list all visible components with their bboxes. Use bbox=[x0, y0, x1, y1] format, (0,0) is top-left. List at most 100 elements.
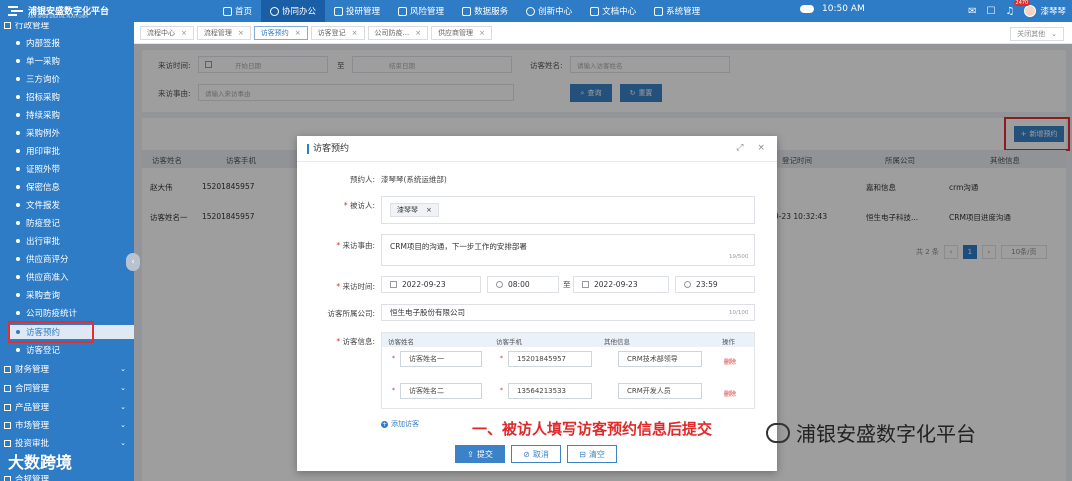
sidebar-item[interactable]: 供应商评分 bbox=[16, 252, 69, 266]
tab-supplier[interactable]: 供应商管理 × bbox=[431, 25, 492, 40]
close-icon[interactable]: × bbox=[238, 29, 244, 37]
sidebar-group[interactable]: 财务管理 ⌄ bbox=[4, 362, 130, 376]
sidebar-item[interactable]: 用印审批 bbox=[16, 144, 60, 158]
visitee-label: * 被访人: bbox=[343, 201, 375, 210]
folder-icon bbox=[4, 403, 11, 411]
visitor-table: 访客姓名 访客手机 其他信息 操作 * 访客姓名一 * 15201845957 … bbox=[381, 332, 755, 409]
cancel-button[interactable]: ⊘ 取消 bbox=[511, 445, 561, 463]
close-others-button[interactable]: 关闭其他 ⌄ bbox=[1010, 27, 1064, 41]
required-mark: * bbox=[392, 387, 395, 394]
collab-icon bbox=[270, 6, 280, 16]
highlight-box-sidebar bbox=[8, 321, 94, 343]
visitor-table-header: 访客姓名 访客手机 其他信息 操作 bbox=[382, 333, 754, 347]
visitor-phone-field[interactable]: 13564213533 bbox=[508, 383, 592, 399]
sidebar-group[interactable]: 合规管理 bbox=[4, 472, 130, 481]
start-time-picker[interactable]: 08:00 bbox=[487, 276, 559, 293]
sidebar-item[interactable]: 防疫登记 bbox=[16, 216, 60, 230]
sidebar-group[interactable]: 合同管理 ⌄ bbox=[4, 381, 130, 395]
sidebar-item[interactable]: 采购例外 bbox=[16, 126, 60, 140]
sidebar-item[interactable]: 内部签报 bbox=[16, 36, 60, 50]
visitor-phone-field[interactable]: 15201845957 bbox=[508, 351, 592, 367]
nav-research[interactable]: 投研管理 bbox=[325, 0, 389, 22]
sidebar-item[interactable]: 证照外带 bbox=[16, 162, 60, 176]
close-icon[interactable]: × bbox=[295, 29, 301, 37]
nav-data[interactable]: 数据服务 bbox=[453, 0, 517, 22]
user-name: 漆琴琴 bbox=[1040, 7, 1066, 17]
close-icon[interactable]: × bbox=[352, 29, 358, 37]
close-icon[interactable]: × bbox=[757, 143, 765, 153]
chip-close-icon[interactable]: × bbox=[426, 206, 432, 214]
sidebar-item[interactable]: 公司防疫统计 bbox=[16, 306, 77, 320]
sidebar-group[interactable]: 市场管理 ⌄ bbox=[4, 418, 130, 432]
annotation-caption: 一、被访人填写访客预约信息后提交 bbox=[472, 420, 713, 438]
add-visitor-link[interactable]: + 添加访客 bbox=[381, 419, 419, 429]
close-icon[interactable]: × bbox=[479, 29, 485, 37]
visitor-name-field[interactable]: 访客姓名二 bbox=[400, 383, 482, 399]
reason-textarea[interactable]: CRM项目的沟通，下一步工作的安排部署 bbox=[381, 234, 755, 266]
close-icon[interactable]: × bbox=[415, 29, 421, 37]
notification-bell[interactable]: ♫ 2470 bbox=[1006, 0, 1031, 17]
watermark-wechat: 浦银安盛数字化平台 bbox=[766, 418, 976, 447]
end-time-picker[interactable]: 23:59 bbox=[675, 276, 755, 293]
system-icon bbox=[654, 6, 664, 16]
reason-counter: 19/500 bbox=[729, 254, 749, 260]
app-logo[interactable]: 浦银安盛数字化平台 AXA SPDB DIGITAL PLATFORM bbox=[8, 3, 138, 19]
maximize-icon[interactable]: ⤢ bbox=[736, 143, 743, 153]
end-date-picker[interactable]: 2022-09-23 bbox=[573, 276, 669, 293]
sidebar-item[interactable]: 采购查询 bbox=[16, 288, 60, 302]
visitor-other-field[interactable]: CRM技术部领导 bbox=[618, 351, 702, 367]
delete-visitor-link[interactable]: 删除 bbox=[724, 389, 736, 398]
mail-icon[interactable]: ✉ bbox=[968, 6, 976, 17]
sidebar-item[interactable]: 文件报发 bbox=[16, 198, 60, 212]
required-mark: * bbox=[500, 387, 503, 394]
tab-visitor-register[interactable]: 访客登记 × bbox=[310, 25, 365, 40]
close-icon[interactable]: × bbox=[181, 29, 187, 37]
sidebar-group[interactable]: 投资审批 ⌄ bbox=[4, 436, 130, 450]
tab-visitor-booking[interactable]: 访客预约 × bbox=[253, 25, 308, 40]
folder-icon bbox=[4, 22, 11, 29]
tab-epidemic[interactable]: 公司防疫... × bbox=[367, 25, 429, 40]
tab-flow-manage[interactable]: 流程管理 × bbox=[196, 25, 251, 40]
plus-icon: + bbox=[381, 420, 388, 428]
tab-flow-center[interactable]: 流程中心 × bbox=[140, 25, 194, 40]
company-counter: 10/100 bbox=[729, 310, 749, 316]
sidebar-item[interactable]: 供应商准入 bbox=[16, 270, 69, 284]
visitee-select[interactable]: 漆琴琴 × bbox=[381, 196, 755, 224]
sidebar-item[interactable]: 访客登记 bbox=[16, 343, 60, 357]
nav-risk[interactable]: 风险管理 bbox=[389, 0, 453, 22]
time-label: * 来访时间: bbox=[336, 282, 375, 291]
data-icon bbox=[462, 6, 472, 16]
sidebar-item[interactable]: 单一采购 bbox=[16, 54, 60, 68]
user-menu[interactable]: 漆琴琴 bbox=[1024, 5, 1066, 17]
submit-button[interactable]: ⇪ 提交 bbox=[455, 445, 505, 463]
sidebar-item[interactable]: 三方询价 bbox=[16, 72, 60, 86]
nav-system[interactable]: 系统管理 bbox=[645, 0, 709, 22]
sidebar-item[interactable]: 持续采购 bbox=[16, 108, 60, 122]
clear-button[interactable]: ⊟ 清空 bbox=[567, 445, 617, 463]
dialog-header: 访客预约 ⤢ × bbox=[297, 136, 777, 162]
cancel-icon: ⊘ bbox=[523, 449, 530, 459]
visitee-chip: 漆琴琴 × bbox=[390, 203, 439, 217]
delete-visitor-link[interactable]: 删除 bbox=[724, 357, 736, 366]
upload-icon: ⇪ bbox=[467, 449, 474, 459]
visitor-name-field[interactable]: 访客姓名一 bbox=[400, 351, 482, 367]
sidebar-item[interactable]: 出行审批 bbox=[16, 234, 60, 248]
sidebar-collapse-toggle[interactable]: ‹ bbox=[126, 253, 140, 271]
start-date-picker[interactable]: 2022-09-23 bbox=[381, 276, 481, 293]
nav-innovation[interactable]: 创新中心 bbox=[517, 0, 581, 22]
nav-collab[interactable]: 协同办公 bbox=[261, 0, 326, 22]
company-input[interactable]: 恒生电子股份有限公司 bbox=[381, 304, 755, 321]
sidebar-group[interactable]: 产品管理 ⌄ bbox=[4, 400, 130, 414]
sidebar-item[interactable]: 招标采购 bbox=[16, 90, 60, 104]
avatar bbox=[1024, 5, 1037, 17]
nav-home[interactable]: 首页 bbox=[214, 0, 261, 22]
chevron-down-icon: ⌄ bbox=[1051, 30, 1057, 38]
chevron-down-icon: ⌄ bbox=[120, 421, 126, 429]
visitor-other-field[interactable]: CRM开发人员 bbox=[618, 383, 702, 399]
phone-icon[interactable]: ☐ bbox=[987, 6, 996, 17]
nav-document[interactable]: 文档中心 bbox=[581, 0, 645, 22]
sidebar: 行政管理 内部签报 单一采购 三方询价 招标采购 持续采购 采购例外 用印审批 … bbox=[0, 22, 134, 481]
sidebar-group-admin[interactable]: 行政管理 bbox=[4, 22, 130, 32]
sidebar-item[interactable]: 保密信息 bbox=[16, 180, 60, 194]
innovation-icon bbox=[526, 6, 536, 16]
